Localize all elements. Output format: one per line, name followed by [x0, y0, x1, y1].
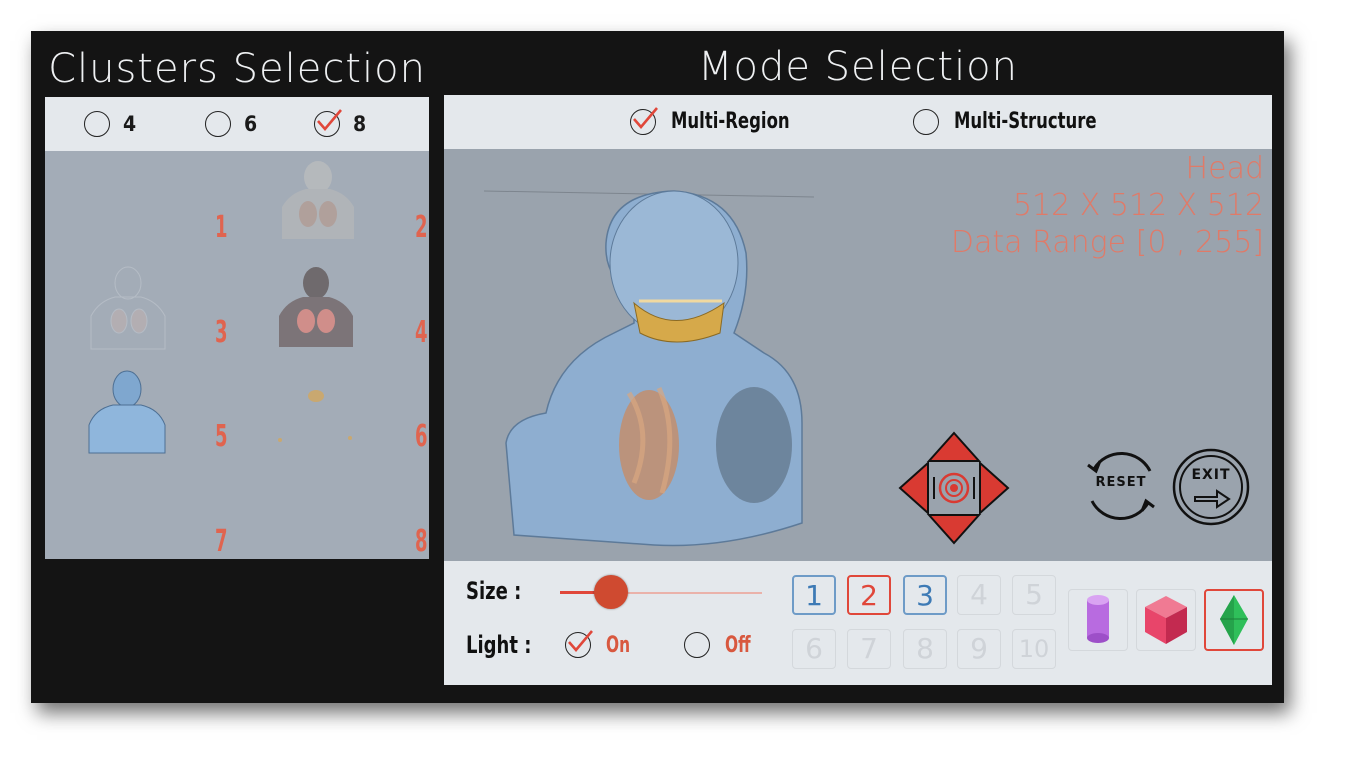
- radio-multi-structure[interactable]: [913, 109, 939, 135]
- direction-pad[interactable]: [894, 425, 1014, 553]
- radio-8-label: 8: [353, 112, 367, 136]
- cluster-label-7: 7: [215, 524, 228, 559]
- cluster-3-thumbnail[interactable]: [83, 261, 173, 351]
- number-button-8[interactable]: 8: [903, 629, 947, 669]
- light-label: Light :: [466, 631, 532, 659]
- render-settings-bar: Size : Light : On Off 1 2 3 4 5 6 7 8 9 …: [444, 561, 1272, 685]
- mode-selector: Multi-Region Multi-Structure: [444, 95, 1272, 149]
- multi-region-label: Multi-Region: [671, 109, 790, 134]
- radio-6-label: 6: [244, 112, 258, 136]
- cube-shape-button[interactable]: [1136, 589, 1196, 651]
- diamond-shape-button[interactable]: [1204, 589, 1264, 651]
- cluster-count-selector: 4 6 8: [45, 97, 429, 151]
- light-on-label: On: [606, 633, 631, 658]
- arrow-up-icon[interactable]: [926, 431, 982, 462]
- light-off-radio[interactable]: [684, 632, 710, 658]
- cluster-2-thumbnail[interactable]: [270, 159, 360, 241]
- number-button-1[interactable]: 1: [792, 575, 836, 615]
- number-button-7[interactable]: 7: [847, 629, 891, 669]
- arrow-left-icon[interactable]: [898, 460, 929, 516]
- cluster-label-8: 8: [415, 524, 428, 559]
- cluster-label-4: 4: [415, 315, 428, 350]
- number-button-10[interactable]: 10: [1012, 629, 1056, 669]
- target-icon[interactable]: [933, 472, 975, 504]
- cylinder-icon: [1087, 595, 1109, 643]
- reset-label: RESET: [1095, 475, 1147, 490]
- checkmark-icon: [317, 109, 342, 131]
- dataset-range: Data Range [0 , 255]: [950, 225, 1264, 260]
- cluster-4-thumbnail[interactable]: [273, 261, 363, 351]
- number-button-4[interactable]: 4: [957, 575, 1001, 615]
- cluster-label-3: 3: [215, 315, 228, 350]
- mode-title: Mode Selection: [697, 44, 1019, 90]
- checkmark-icon: [633, 107, 658, 129]
- clusters-panel: 4 6 8 1 2 3 4 5 6 7 8: [45, 97, 429, 559]
- arrow-right-icon[interactable]: [979, 460, 1010, 516]
- diamond-icon: [1220, 595, 1248, 645]
- radio-multi-region[interactable]: [630, 107, 658, 135]
- volume-render-view[interactable]: [484, 183, 864, 553]
- exit-button[interactable]: [1171, 447, 1251, 527]
- number-button-3[interactable]: 3: [903, 575, 947, 615]
- arrow-down-icon[interactable]: [926, 514, 982, 545]
- number-button-2[interactable]: 2: [847, 575, 891, 615]
- size-label: Size :: [466, 577, 522, 605]
- radio-6[interactable]: [205, 111, 231, 137]
- size-slider-knob[interactable]: [593, 575, 628, 609]
- mode-panel: Multi-Region Multi-Structure Head 512 X …: [444, 95, 1272, 685]
- number-button-5[interactable]: 5: [1012, 575, 1056, 615]
- cluster-label-5: 5: [215, 419, 228, 454]
- size-slider[interactable]: [560, 575, 762, 611]
- clusters-title: Clusters Selection: [48, 46, 426, 92]
- cylinder-shape-button[interactable]: [1068, 589, 1128, 651]
- cluster-label-2: 2: [415, 210, 428, 245]
- dataset-dimensions: 512 X 512 X 512: [1012, 188, 1264, 223]
- exit-label: EXIT: [1191, 467, 1231, 483]
- multi-structure-label: Multi-Structure: [954, 109, 1097, 134]
- dataset-name: Head: [1185, 151, 1264, 186]
- cluster-5-thumbnail[interactable]: [85, 367, 171, 457]
- checkmark-icon: [568, 630, 593, 652]
- cube-icon: [1145, 596, 1187, 644]
- number-button-9[interactable]: 9: [957, 629, 1001, 669]
- radio-4-label: 4: [123, 112, 137, 136]
- radio-8[interactable]: [314, 109, 342, 137]
- cluster-6-thumbnail[interactable]: [270, 382, 360, 452]
- radio-4[interactable]: [84, 111, 110, 137]
- number-button-6[interactable]: 6: [792, 629, 836, 669]
- cluster-label-1: 1: [215, 210, 228, 245]
- cluster-label-6: 6: [415, 419, 428, 454]
- light-on-radio[interactable]: [565, 630, 593, 658]
- light-off-label: Off: [725, 633, 751, 658]
